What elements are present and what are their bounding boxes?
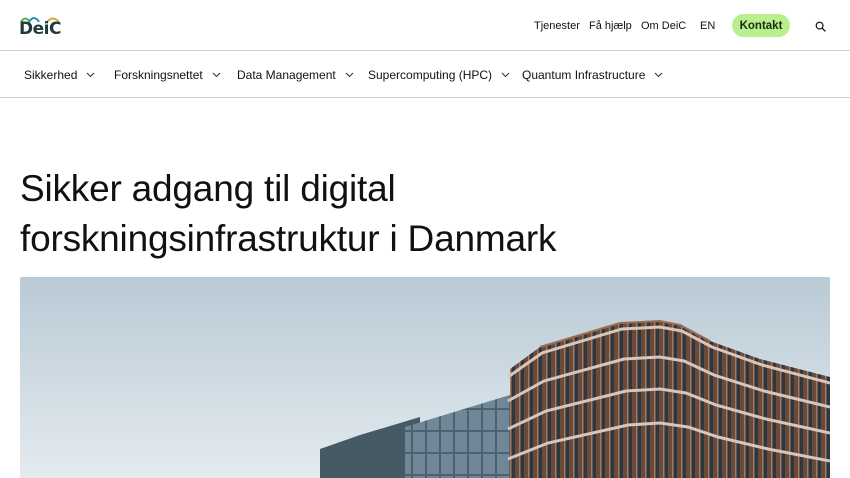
nav-link-faa-hjaelp[interactable]: Få hjælp [589, 0, 632, 51]
hero-title-line-2: forskningsinfrastruktur i Danmark [20, 218, 557, 259]
contact-button[interactable]: Kontakt [732, 14, 790, 37]
language-label: EN [700, 19, 716, 32]
nav-link-tjenester[interactable]: Tjenester [534, 0, 580, 51]
chevron-down-icon [345, 70, 354, 79]
chevron-down-icon [212, 70, 221, 79]
chevron-down-icon [654, 70, 663, 79]
main-nav-item-supercomputing[interactable]: Supercomputing (HPC) [368, 52, 510, 97]
logo-wordmark: DeiC [19, 19, 61, 39]
main-nav: Sikkerhed Forskningsnettet Data Manageme… [0, 52, 850, 98]
main-nav-label: Data Management [237, 67, 336, 82]
main-nav-item-forskningsnettet[interactable]: Forskningsnettet [114, 52, 221, 97]
main-nav-label: Forskningsnettet [114, 67, 203, 82]
chevron-down-icon [501, 70, 510, 79]
hero-image [20, 277, 830, 478]
search-button[interactable] [812, 18, 828, 34]
deic-logo[interactable]: DeiC [19, 14, 63, 39]
nav-link-label: Tjenester [534, 19, 580, 32]
main-nav-item-quantum-infrastructure[interactable]: Quantum Infrastructure [522, 52, 663, 97]
hero-title-line-1: Sikker adgang til digital [20, 168, 396, 209]
main-nav-label: Supercomputing (HPC) [368, 67, 493, 82]
building-photo [20, 277, 830, 478]
main-nav-item-sikkerhed[interactable]: Sikkerhed [24, 52, 95, 97]
nav-link-om-deic[interactable]: Om DeiC [641, 0, 686, 51]
language-switch-en[interactable]: EN [700, 0, 715, 51]
main-nav-label: Sikkerhed [24, 67, 78, 82]
chevron-down-icon [86, 70, 95, 79]
hero-title: Sikker adgang til digital forskningsinfr… [20, 164, 800, 264]
nav-link-label: Om DeiC [641, 19, 687, 32]
main-nav-label: Quantum Infrastructure [522, 67, 646, 82]
top-header: DeiC Tjenester Få hjælp Om DeiC EN Konta… [0, 0, 850, 51]
nav-link-label: Få hjælp [589, 19, 632, 32]
main-nav-item-data-management[interactable]: Data Management [237, 52, 354, 97]
search-icon [815, 21, 826, 32]
